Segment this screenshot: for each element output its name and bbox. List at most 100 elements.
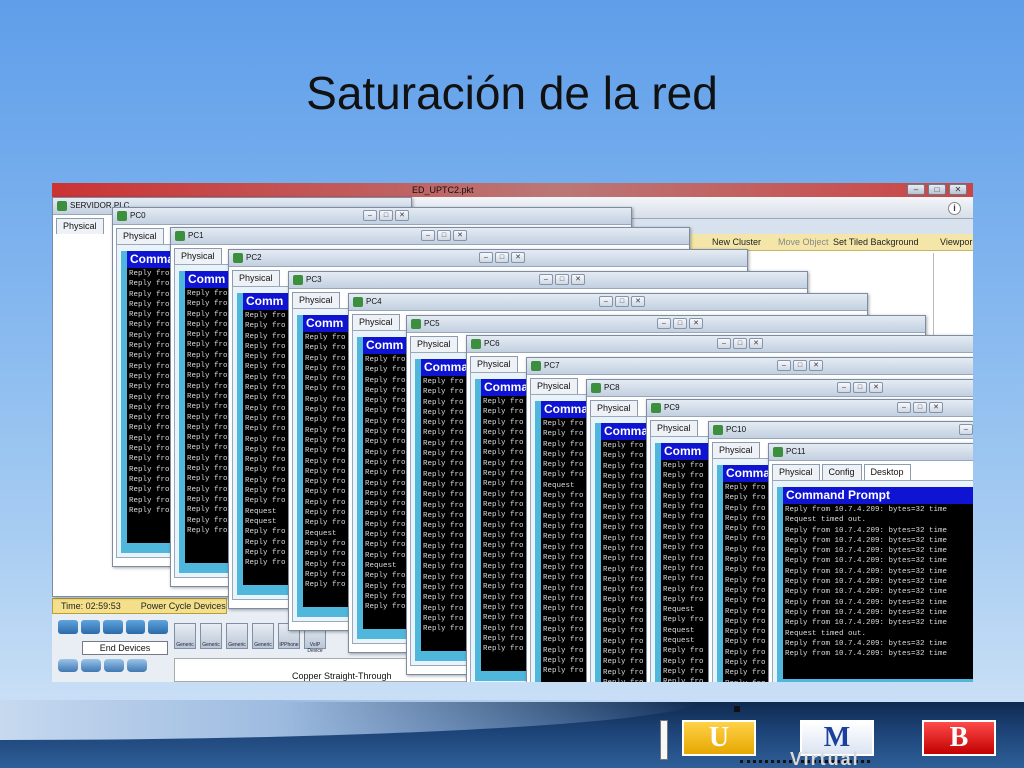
tab-physical[interactable]: Physical: [352, 314, 400, 330]
window-titlebar[interactable]: PC2 – □ ✕: [229, 250, 747, 267]
close-icon[interactable]: ✕: [689, 318, 703, 329]
close-icon[interactable]: ✕: [511, 252, 525, 263]
window-titlebar[interactable]: PC0 – □ ✕: [113, 208, 631, 225]
wireless-icon[interactable]: [125, 620, 146, 634]
minimize-icon[interactable]: –: [959, 424, 973, 435]
window-title: PC4: [366, 297, 382, 306]
packet-tracer-screenshot: ED_UPTC2.pkt – □ ✕ i New Cluster Move Ob…: [52, 183, 973, 682]
window-titlebar[interactable]: PC4 – □ ✕: [349, 294, 867, 311]
generic-server-icon[interactable]: Generic: [226, 623, 248, 649]
tab-physical[interactable]: Physical: [116, 228, 164, 244]
minimize-icon[interactable]: –: [539, 274, 553, 285]
pt-file-title: ED_UPTC2.pkt: [412, 185, 474, 195]
wan-emulation-icon[interactable]: [81, 659, 101, 672]
generic-pc-icon[interactable]: Generic: [174, 623, 196, 649]
window-title: PC8: [604, 383, 620, 392]
maximize-icon[interactable]: □: [379, 210, 393, 221]
window-titlebar[interactable]: PC9 – □ ✕: [647, 400, 973, 417]
close-icon[interactable]: ✕: [929, 402, 943, 413]
tab-config[interactable]: Config: [821, 464, 862, 480]
pc-window-pc11[interactable]: PC11–□✕ PhysicalConfigDesktop Command Prom…: [768, 443, 973, 682]
close-icon[interactable]: ✕: [869, 382, 883, 393]
maximize-icon[interactable]: □: [733, 338, 747, 349]
close-icon[interactable]: ✕: [949, 184, 967, 195]
time-readout: Time: 02:59:53: [61, 601, 121, 611]
minimize-icon[interactable]: –: [837, 382, 851, 393]
tab-physical[interactable]: Physical: [772, 464, 820, 480]
tab-physical[interactable]: Physical: [650, 420, 698, 436]
minimize-icon[interactable]: –: [599, 296, 613, 307]
ping-output: Reply from 10.7.4.209: bytes=32 time Req…: [785, 506, 948, 659]
maximize-icon[interactable]: □: [437, 230, 451, 241]
window-titlebar[interactable]: PC10–□✕: [709, 422, 973, 439]
tab-physical[interactable]: Physical: [470, 356, 518, 372]
maximize-icon[interactable]: □: [615, 296, 629, 307]
router-icon[interactable]: [58, 620, 78, 634]
connection-icon[interactable]: [148, 620, 168, 634]
new-cluster-button[interactable]: New Cluster: [712, 237, 761, 247]
set-tiled-background-button[interactable]: Set Tiled Background: [833, 237, 919, 247]
maximize-icon[interactable]: □: [555, 274, 569, 285]
logo-virtual: Virtual: [790, 750, 860, 768]
generic-laptop-icon[interactable]: Generic: [200, 623, 222, 649]
window-titlebar[interactable]: PC5 – □ ✕: [407, 316, 925, 333]
minimize-icon[interactable]: –: [897, 402, 911, 413]
window-title: PC7: [544, 361, 560, 370]
close-icon[interactable]: ✕: [809, 360, 823, 371]
info-icon[interactable]: i: [948, 202, 961, 215]
tab-physical[interactable]: Physical: [410, 336, 458, 352]
minimize-icon[interactable]: –: [421, 230, 435, 241]
hub-icon[interactable]: [103, 620, 123, 634]
pc-icon: [117, 211, 127, 221]
generic-printer-icon[interactable]: Generic: [252, 623, 274, 649]
viewport-button[interactable]: Viewpor: [940, 237, 972, 247]
tab-physical[interactable]: Physical: [530, 378, 578, 394]
window-titlebar[interactable]: PC3 – □ ✕: [289, 272, 807, 289]
window-titlebar[interactable]: PC11–□✕: [769, 444, 973, 461]
maximize-icon[interactable]: □: [793, 360, 807, 371]
maximize-icon[interactable]: □: [673, 318, 687, 329]
pc-icon: [471, 339, 481, 349]
pc-icon: [293, 275, 303, 285]
tab-physical[interactable]: Physical: [56, 218, 104, 234]
tab-physical[interactable]: Physical: [292, 292, 340, 308]
close-icon[interactable]: ✕: [631, 296, 645, 307]
minimize-icon[interactable]: –: [479, 252, 493, 263]
tab-desktop[interactable]: Desktop: [863, 464, 911, 480]
tab-physical[interactable]: Physical: [712, 442, 760, 458]
maximize-icon[interactable]: □: [495, 252, 509, 263]
pc-icon: [175, 231, 185, 241]
power-cycle-button[interactable]: Power Cycle Devices: [141, 601, 226, 611]
custom-device-icon[interactable]: [104, 659, 124, 672]
tab-physical[interactable]: Physical: [232, 270, 280, 286]
window-titlebar[interactable]: PC6 – □ ✕: [467, 336, 973, 353]
pc-icon: [411, 319, 421, 329]
move-object-button[interactable]: Move Object: [778, 237, 829, 247]
maximize-icon[interactable]: □: [853, 382, 867, 393]
maximize-icon[interactable]: □: [913, 402, 927, 413]
close-icon[interactable]: ✕: [395, 210, 409, 221]
minimize-icon[interactable]: –: [363, 210, 377, 221]
window-title: PC5: [424, 319, 440, 328]
minimize-icon[interactable]: –: [717, 338, 731, 349]
window-titlebar[interactable]: PC7 – □ ✕: [527, 358, 973, 375]
minimize-icon[interactable]: –: [657, 318, 671, 329]
switch-icon[interactable]: [80, 620, 101, 634]
tab-physical[interactable]: Physical: [174, 248, 222, 264]
close-icon[interactable]: ✕: [749, 338, 763, 349]
tab-physical[interactable]: Physical: [590, 400, 638, 416]
close-icon[interactable]: ✕: [571, 274, 585, 285]
pc-icon: [57, 201, 67, 211]
close-icon[interactable]: ✕: [453, 230, 467, 241]
end-device-icon[interactable]: [58, 659, 78, 672]
minimize-icon[interactable]: –: [777, 360, 791, 371]
maximize-icon[interactable]: □: [928, 184, 946, 195]
minimize-icon[interactable]: –: [907, 184, 925, 195]
realtime-bar: Time: 02:59:53 Power Cycle Devices: [52, 598, 227, 614]
window-titlebar[interactable]: PC1 – □ ✕: [171, 228, 689, 245]
window-titlebar[interactable]: PC8 – □ ✕: [587, 380, 973, 397]
slide-title: Saturación de la red: [306, 67, 718, 119]
window-title: PC1: [188, 231, 204, 240]
command-prompt-title: Command Prompt: [783, 487, 973, 504]
multiuser-icon[interactable]: [127, 659, 147, 672]
